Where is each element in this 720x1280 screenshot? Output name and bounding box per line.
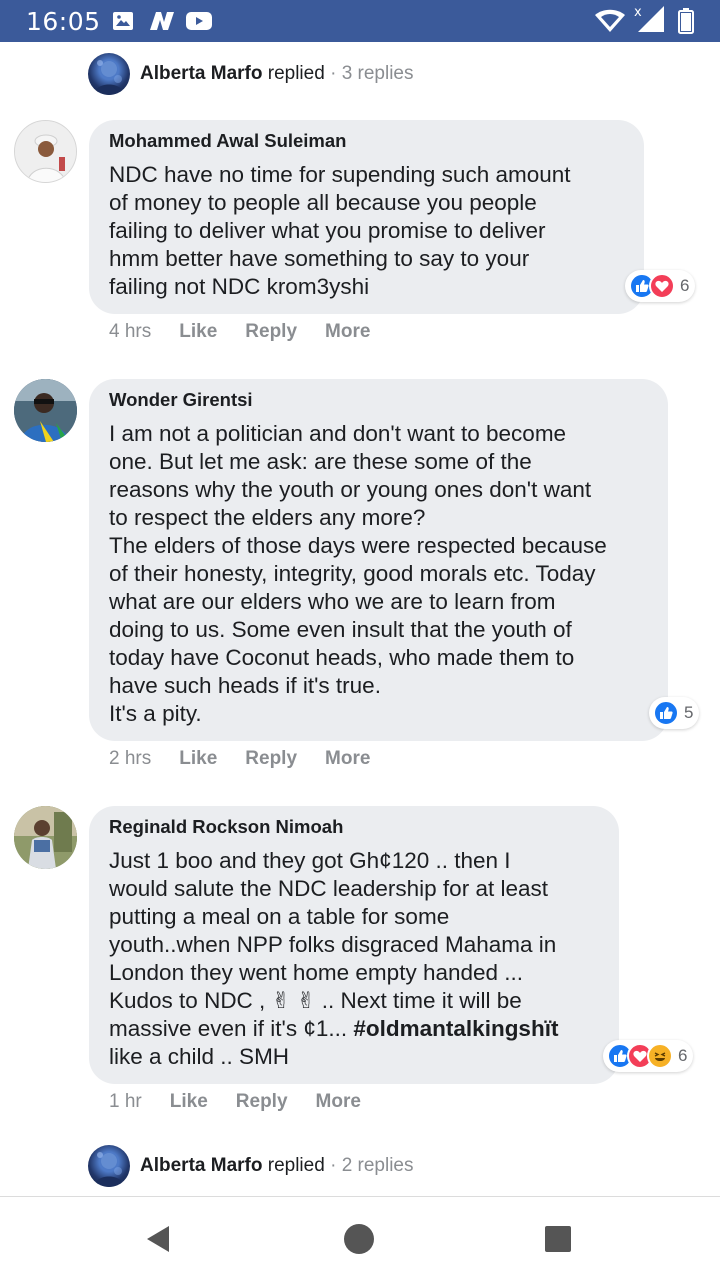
haha-reaction-icon [647,1043,673,1069]
more-button[interactable]: More [316,1091,361,1113]
svg-text:x: x [634,5,642,20]
like-button[interactable]: Like [170,1091,208,1113]
comment-text: NDC have no time for supending such amou… [109,162,571,299]
reply-separator: · [330,1155,337,1176]
replies-link[interactable]: Alberta Marfo replied · 2 replies [88,1144,414,1188]
hashtag-link[interactable]: #oldmantalkingshït [353,1016,558,1041]
avatar [88,53,130,95]
comment-actions: 4 hrs Like Reply More [109,321,398,343]
reply-button[interactable]: Reply [236,1091,288,1113]
reaction-count: 6 [678,1046,688,1065]
like-button[interactable]: Like [179,321,217,343]
reply-button[interactable]: Reply [245,748,297,770]
comment-author[interactable]: Mohammed Awal Suleiman [109,130,624,152]
status-bar: 16:05 x [0,0,720,42]
comment-bubble: Reginald Rockson Nimoah Just 1 boo and t… [89,806,619,1084]
back-icon[interactable] [140,1221,176,1257]
navigation-bar [0,1196,720,1280]
signal-icon: x [634,4,668,39]
comment-actions: 2 hrs Like Reply More [109,748,398,770]
comment-actions: 1 hr Like Reply More [109,1091,389,1113]
replier-name[interactable]: Alberta Marfo [140,63,262,84]
comment-text: Just 1 boo and they got Gh¢120 .. then I… [109,848,559,1069]
avatar[interactable] [14,806,77,869]
replied-label: replied [267,1155,325,1176]
battery-icon [678,8,694,39]
replies-link[interactable]: Alberta Marfo replied · 3 replies [88,52,414,96]
reactions-summary[interactable]: 5 [649,697,700,729]
comment-text: I am not a politician and don't want to … [109,421,607,726]
reaction-count: 5 [684,703,694,722]
reply-button[interactable]: Reply [245,321,297,343]
reactions-summary[interactable]: 6 [625,270,696,302]
n-app-icon [148,11,176,36]
youtube-icon [185,10,213,37]
comment-bubble: Wonder Girentsi I am not a politician an… [89,379,668,741]
image-icon [112,11,134,36]
avatar [88,1145,130,1187]
comment-author[interactable]: Reginald Rockson Nimoah [109,816,599,838]
reactions-summary[interactable]: 6 [603,1040,694,1072]
avatar[interactable] [14,379,77,442]
replied-label: replied [267,63,325,84]
reply-count[interactable]: 2 replies [342,1155,414,1176]
more-button[interactable]: More [325,748,370,770]
wifi-icon [594,8,626,39]
reply-count[interactable]: 3 replies [342,63,414,84]
love-reaction-icon [649,273,675,299]
recents-icon[interactable] [540,1221,576,1257]
reaction-count: 6 [680,276,690,295]
replier-name[interactable]: Alberta Marfo [140,1155,262,1176]
comment-time: 4 hrs [109,321,152,342]
status-time: 16:05 [26,7,101,36]
avatar[interactable] [14,120,77,183]
like-button[interactable]: Like [179,748,217,770]
comment-time: 1 hr [109,1091,142,1112]
reply-separator: · [330,63,337,84]
comment-author[interactable]: Wonder Girentsi [109,389,648,411]
comment-bubble: Mohammed Awal Suleiman NDC have no time … [89,120,644,314]
comment-time: 2 hrs [109,748,152,769]
more-button[interactable]: More [325,321,370,343]
home-icon[interactable] [341,1221,377,1257]
like-reaction-icon [653,700,679,726]
